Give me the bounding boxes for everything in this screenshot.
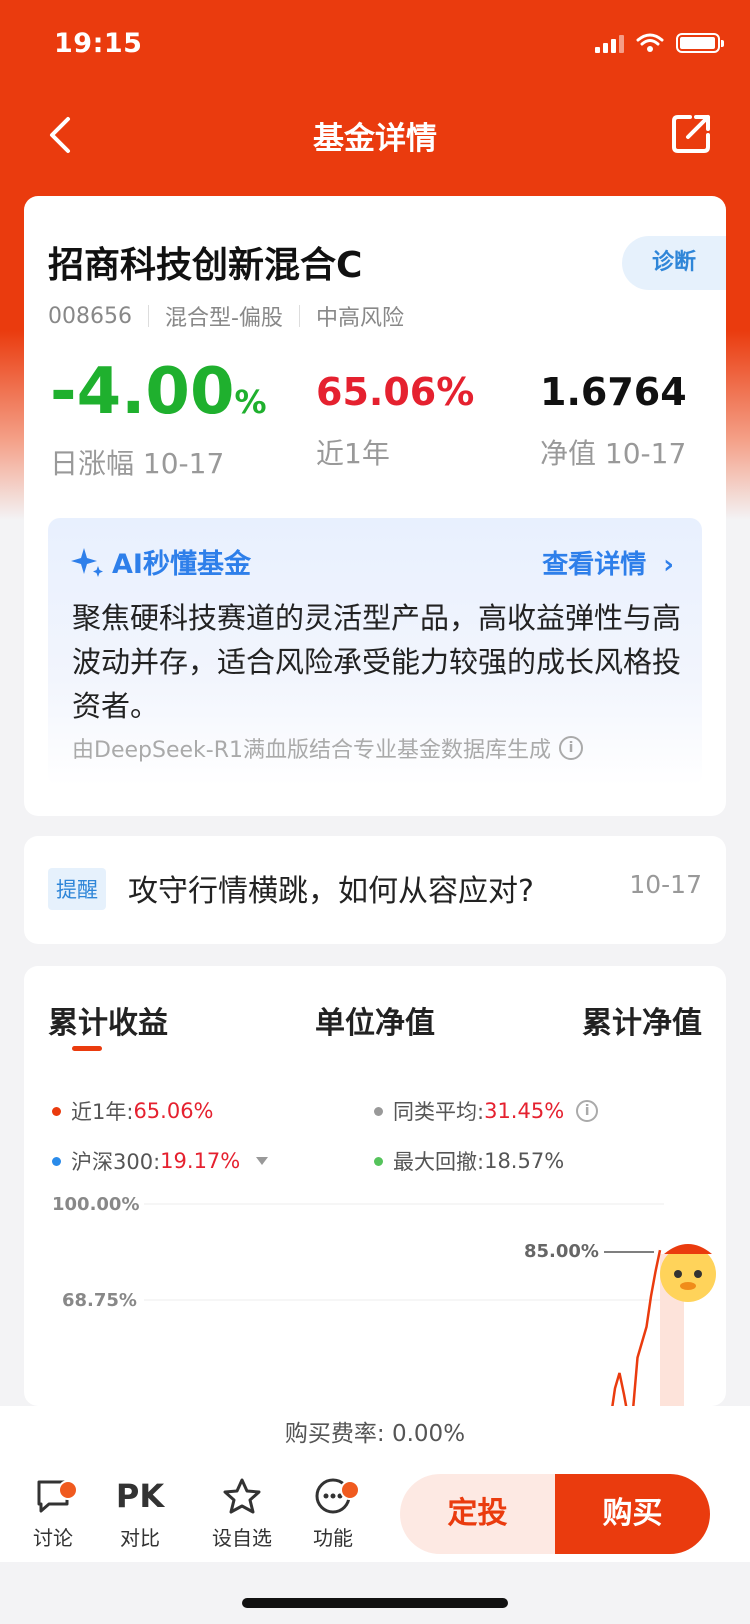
- compare-label: 对比: [120, 1526, 160, 1550]
- status-icons: [595, 32, 724, 54]
- nav-label: 净值 10-17: [540, 437, 687, 470]
- discuss-tab[interactable]: 讨论: [18, 1476, 88, 1551]
- return-chart[interactable]: 100.00% 68.75% 85.00%: [24, 1194, 726, 1406]
- notice-date: 10-17: [629, 870, 702, 899]
- wifi-icon: [636, 33, 664, 52]
- ai-footer-text: 由DeepSeek-R1满血版结合专业基金数据库生成: [72, 738, 551, 763]
- home-indicator: [242, 1598, 508, 1608]
- chevron-right-icon: ›: [663, 550, 674, 580]
- notice-text: 攻守行情横跳，如何从容应对?: [128, 874, 534, 909]
- stat-year-value: 65.06%: [133, 1099, 214, 1123]
- dropdown-caret-icon: [256, 1157, 269, 1165]
- stat-peer-value: 31.45%: [484, 1099, 565, 1123]
- ai-more-label: 查看详情: [542, 550, 647, 580]
- ai-title: AI秒懂基金: [70, 542, 251, 581]
- ai-footer: 由DeepSeek-R1满血版结合专业基金数据库生成 i: [72, 732, 583, 764]
- chart-tabs: 累计收益 单位净值 累计净值: [48, 998, 702, 1068]
- fund-risk: 中高风险: [315, 306, 404, 331]
- diagnose-button[interactable]: 诊断: [622, 236, 726, 290]
- year-return-metric: 65.06% 近1年: [316, 356, 474, 472]
- stat-year: 近1年: 65.06%: [52, 1096, 214, 1126]
- daily-change-unit: %: [234, 383, 267, 421]
- share-icon[interactable]: [668, 109, 716, 157]
- navigation-bar: 基金详情: [0, 95, 750, 175]
- daily-change-value: -4.00: [50, 355, 235, 429]
- notification-badge: [340, 1480, 360, 1500]
- fund-code: 008656: [48, 303, 132, 329]
- fund-meta: 008656 混合型-偏股 中高风险: [48, 300, 404, 332]
- stat-max-drawdown: 最大回撤: 18.57%: [374, 1146, 564, 1176]
- stat-peer-label: 同类平均:: [393, 1100, 485, 1124]
- ytick-label: 68.75%: [62, 1290, 137, 1311]
- compare-tab[interactable]: PK 对比: [105, 1476, 175, 1551]
- nav-value: 1.6764: [540, 370, 687, 414]
- legend-dot: [52, 1156, 61, 1166]
- auto-invest-button[interactable]: 定投: [400, 1474, 555, 1554]
- info-icon[interactable]: i: [558, 736, 583, 760]
- purchase-buttons: 定投 购买: [400, 1474, 710, 1554]
- bottom-action-bar: 讨论 PK 对比 设自选 功能 定投 购买: [0, 1462, 750, 1562]
- year-return-value: 65.06%: [316, 370, 475, 414]
- notification-badge: [58, 1480, 78, 1500]
- buy-button[interactable]: 购买: [555, 1474, 710, 1554]
- notice-card[interactable]: 提醒 攻守行情横跳，如何从容应对? 10-17: [24, 836, 726, 944]
- divider: [147, 305, 149, 327]
- star-icon: [223, 1478, 261, 1514]
- mascot-icon[interactable]: [660, 1244, 716, 1302]
- notice-tag: 提醒: [48, 868, 106, 910]
- sparkle-icon: [71, 547, 103, 577]
- function-label: 功能: [313, 1526, 353, 1550]
- legend-dot: [52, 1106, 61, 1116]
- ai-view-details-link[interactable]: 查看详情 ›: [542, 544, 674, 581]
- tab-cumulative-nav[interactable]: 累计净值: [582, 998, 702, 1042]
- ytick-label: 100.00%: [52, 1194, 140, 1215]
- discuss-label: 讨论: [33, 1526, 73, 1550]
- info-icon[interactable]: i: [576, 1100, 599, 1122]
- battery-icon: [676, 33, 724, 53]
- stat-drawdown-value: 18.57%: [484, 1149, 565, 1173]
- stat-drawdown-label: 最大回撤:: [393, 1150, 485, 1174]
- performance-card: 累计收益 单位净值 累计净值 近1年: 65.06% 同类平均: 31.45% …: [24, 966, 726, 1406]
- status-time: 19:15: [54, 28, 143, 59]
- watchlist-label: 设自选: [212, 1526, 272, 1550]
- fund-summary-card: 招商科技创新混合C 诊断 008656 混合型-偏股 中高风险 -4.00% 日…: [24, 196, 726, 816]
- stat-hs300-label: 沪深300:: [71, 1150, 161, 1174]
- active-tab-indicator: [72, 1046, 102, 1051]
- fund-type: 混合型-偏股: [164, 306, 283, 331]
- daily-change-metric: -4.00% 日涨幅 10-17: [50, 356, 267, 482]
- purchase-fee-bar: 购买费率: 0.00%: [0, 1406, 750, 1463]
- page-title: 基金详情: [313, 121, 437, 157]
- stat-peer-average: 同类平均: 31.45% i: [374, 1096, 599, 1126]
- stat-year-label: 近1年:: [71, 1100, 134, 1124]
- status-bar: 19:15: [0, 0, 750, 90]
- fund-name: 招商科技创新混合C: [48, 245, 363, 286]
- pk-icon: PK: [115, 1477, 165, 1515]
- ai-title-text: AI秒懂基金: [112, 549, 251, 580]
- ai-summary-box[interactable]: AI秒懂基金 查看详情 › 聚焦硬科技赛道的灵活型产品，高收益弹性与高波动并存，…: [48, 518, 702, 786]
- cellular-signal-icon: [595, 33, 624, 53]
- legend-dot: [374, 1106, 383, 1116]
- year-return-label: 近1年: [316, 437, 390, 470]
- stat-hs300-value: 19.17%: [160, 1149, 241, 1173]
- add-watchlist-tab[interactable]: 设自选: [202, 1476, 282, 1551]
- function-tab[interactable]: 功能: [298, 1476, 368, 1551]
- divider: [298, 305, 300, 327]
- nav-metric: 1.6764 净值 10-17: [540, 356, 687, 472]
- legend-dot: [374, 1156, 383, 1166]
- stat-hs300[interactable]: 沪深300: 19.17%: [52, 1146, 269, 1176]
- annotation-label: 85.00%: [524, 1241, 599, 1262]
- ai-summary-text: 聚焦硬科技赛道的灵活型产品，高收益弹性与高波动并存，适合风险承受能力较强的成长风…: [72, 601, 682, 723]
- daily-change-label: 日涨幅 10-17: [50, 447, 225, 480]
- series-line-near-1y: [611, 1249, 662, 1406]
